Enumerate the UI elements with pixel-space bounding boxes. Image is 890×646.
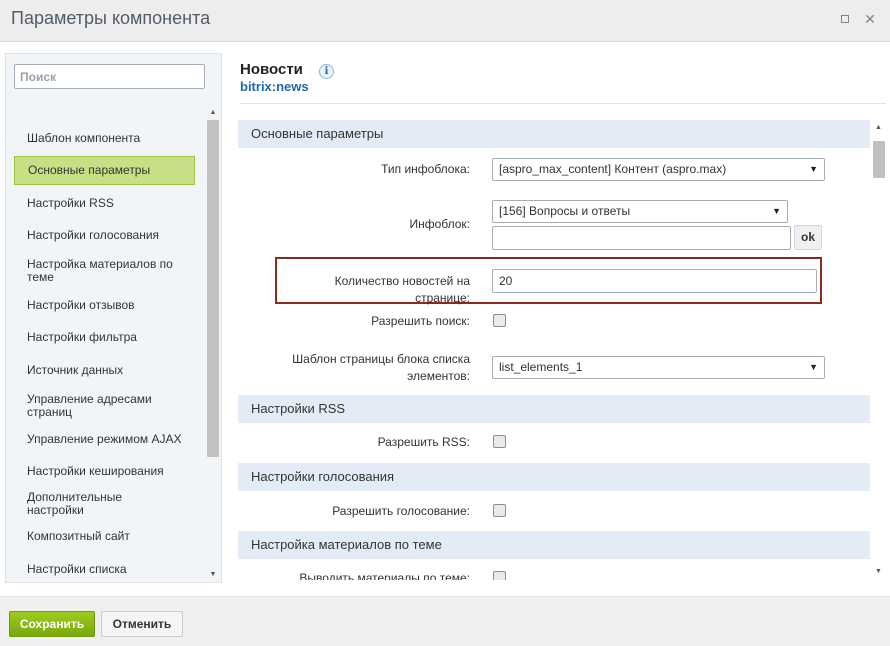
window-title: Параметры компонента [11, 8, 211, 28]
allow-rss-label: Разрешить RSS: [377, 435, 470, 449]
show-related-checkbox[interactable] [493, 571, 506, 580]
iblock-type-select[interactable]: [aspro_max_content] Контент (aspro.max) … [492, 158, 825, 181]
list-template-value: list_elements_1 [499, 360, 583, 374]
section-related: Настройка материалов по теме [238, 531, 870, 559]
sidebar-item-filter[interactable]: Настройки фильтра [14, 323, 195, 351]
news-count-input[interactable]: 20 [492, 269, 817, 293]
scroll-down-icon[interactable]: ▼ [871, 566, 886, 578]
scrollbar-thumb[interactable] [873, 141, 885, 178]
sidebar-item-voting[interactable]: Настройки голосования [14, 221, 195, 249]
allow-search-label: Разрешить поиск: [371, 314, 470, 328]
iblock-type-value: [aspro_max_content] Контент (aspro.max) [499, 162, 727, 176]
cancel-button[interactable]: Отменить [101, 611, 183, 637]
news-count-label: Количество новостей на странице: [334, 274, 470, 305]
section-rss: Настройки RSS [238, 395, 870, 423]
iblock-value: [156] Вопросы и ответы [499, 204, 631, 218]
chevron-down-icon: ▼ [809, 164, 818, 174]
sidebar-item-ajax[interactable]: Управление режимом AJAX [14, 425, 195, 453]
scrollbar-thumb[interactable] [207, 120, 219, 457]
section-voting: Настройки голосования [238, 463, 870, 491]
allow-rss-checkbox[interactable] [493, 435, 506, 448]
sidebar-item-data-source[interactable]: Источник данных [14, 356, 195, 384]
sidebar-item-template[interactable]: Шаблон компонента [14, 124, 195, 152]
iblock-id-input[interactable] [492, 226, 791, 250]
sidebar-item-cache[interactable]: Настройки кеширования [14, 457, 195, 485]
close-icon[interactable]: ✕ [862, 11, 878, 27]
allow-voting-checkbox[interactable] [493, 504, 506, 517]
allow-search-checkbox[interactable] [493, 314, 506, 327]
sidebar-item-list[interactable]: Настройки списка [14, 555, 195, 583]
sidebar-item-additional[interactable]: Дополнительные настройки [14, 490, 195, 518]
sidebar-item-related[interactable]: Настройка материалов по теме [14, 253, 195, 289]
component-name: Новости [240, 61, 303, 78]
maximize-icon[interactable] [837, 11, 853, 27]
dialog-footer: Сохранить Отменить [0, 596, 890, 646]
params-panel: Основные параметры Тип инфоблока: [aspro… [238, 120, 870, 580]
iblock-type-label: Тип инфоблока: [381, 162, 470, 176]
allow-voting-label: Разрешить голосование: [332, 504, 470, 518]
scroll-up-icon[interactable]: ▲ [206, 107, 220, 119]
iblock-select[interactable]: [156] Вопросы и ответы ▼ [492, 200, 788, 223]
chevron-down-icon: ▼ [772, 206, 781, 216]
sidebar-item-reviews[interactable]: Настройки отзывов [14, 291, 195, 319]
window-titlebar: Параметры компонента ✕ [0, 0, 890, 42]
iblock-label: Инфоблок: [409, 217, 470, 231]
sidebar-item-sef[interactable]: Управление адресами страниц [14, 388, 195, 424]
info-icon[interactable]: i [319, 64, 334, 79]
component-code: bitrix:news [240, 79, 309, 94]
params-scrollbar[interactable]: ▲ ▼ [871, 120, 886, 580]
ok-button[interactable]: ok [794, 225, 822, 250]
sidebar: Шаблон компонента Основные параметры Нас… [5, 53, 222, 583]
show-related-label: Выводить материалы по теме: [299, 571, 470, 580]
search-input[interactable] [14, 64, 205, 89]
sidebar-item-main-params[interactable]: Основные параметры [14, 156, 195, 185]
list-template-select[interactable]: list_elements_1 ▼ [492, 356, 825, 379]
section-main-params: Основные параметры [238, 120, 870, 148]
header-divider [240, 103, 886, 104]
sidebar-item-rss[interactable]: Настройки RSS [14, 189, 195, 217]
save-button[interactable]: Сохранить [9, 611, 95, 637]
chevron-down-icon: ▼ [809, 362, 818, 372]
sidebar-scrollbar[interactable]: ▲ ▼ [206, 107, 220, 581]
scroll-up-icon[interactable]: ▲ [871, 122, 886, 134]
list-template-label: Шаблон страницы блока списка элементов: [292, 352, 470, 383]
sidebar-item-composite[interactable]: Композитный сайт [14, 522, 195, 550]
scroll-down-icon[interactable]: ▼ [206, 569, 220, 581]
